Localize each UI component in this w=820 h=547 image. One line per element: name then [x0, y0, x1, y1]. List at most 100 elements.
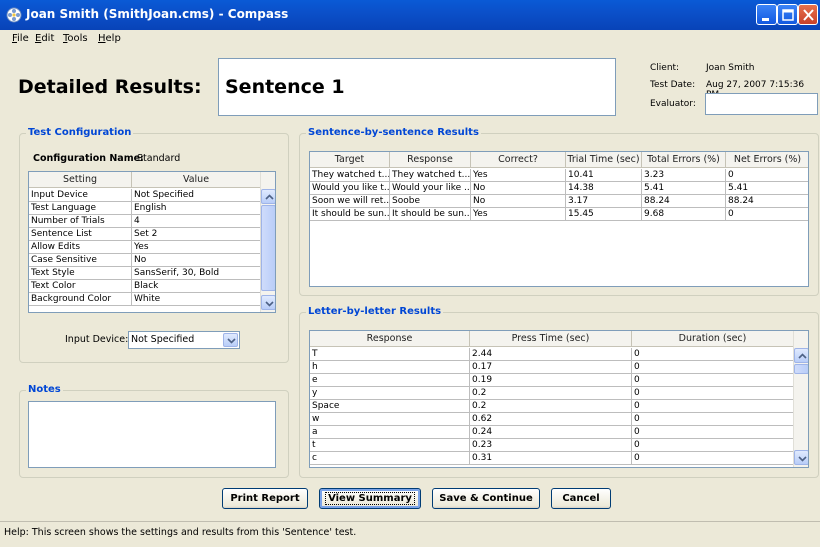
- value-cell: English: [132, 202, 261, 214]
- target-cell: They watched t...: [312, 169, 390, 181]
- column-header-trial-time[interactable]: Trial Time (sec): [566, 152, 642, 168]
- minimize-button[interactable]: [756, 4, 777, 25]
- scroll-up-button[interactable]: [261, 189, 275, 204]
- response-cell: a: [310, 426, 470, 438]
- press-time-cell: 0.23: [470, 439, 632, 451]
- maximize-icon: [782, 9, 794, 21]
- trial-time-cell: 3.17: [566, 195, 642, 207]
- scroll-thumb[interactable]: [261, 205, 275, 291]
- setting-cell: Test Language: [29, 202, 132, 214]
- table-row[interactable]: They watched t... They watched t... Yes …: [310, 169, 808, 182]
- save-continue-button[interactable]: Save & Continue: [432, 488, 540, 509]
- table-row[interactable]: c 0.31 0: [310, 452, 794, 465]
- table-row[interactable]: y 0.2 0: [310, 387, 794, 400]
- table-row[interactable]: Text Color Black: [29, 280, 261, 293]
- total-errors-cell: 88.24: [642, 195, 726, 207]
- table-row[interactable]: Number of Trials 4: [29, 215, 261, 228]
- table-row[interactable]: Input Device Not Specified: [29, 189, 261, 202]
- evaluator-input[interactable]: [705, 93, 818, 115]
- sentence-display: Sentence 1: [218, 58, 616, 116]
- table-row[interactable]: It should be sun... It should be sun... …: [310, 208, 808, 221]
- table-row[interactable]: a 0.24 0: [310, 426, 794, 439]
- table-row[interactable]: Space 0.2 0: [310, 400, 794, 413]
- view-summary-button[interactable]: View Summary: [319, 488, 421, 509]
- settings-scrollbar[interactable]: [260, 172, 275, 312]
- total-errors-cell: 9.68: [642, 208, 726, 220]
- column-header-correct[interactable]: Correct?: [471, 152, 566, 168]
- duration-cell: 0: [632, 426, 794, 438]
- column-header-value[interactable]: Value: [132, 172, 261, 188]
- response-cell: h: [310, 361, 470, 373]
- value-cell: Yes: [132, 241, 261, 253]
- column-header-press-time[interactable]: Press Time (sec): [470, 331, 632, 347]
- maximize-button[interactable]: [777, 4, 798, 25]
- column-header-net-errors[interactable]: Net Errors (%): [726, 152, 808, 168]
- column-header-response[interactable]: Response: [310, 331, 470, 347]
- letter-results-title: Letter-by-letter Results: [306, 306, 444, 317]
- response-cell: T: [310, 348, 470, 360]
- letter-results-scrollbar[interactable]: [793, 331, 808, 467]
- menu-edit[interactable]: Edit: [35, 33, 54, 44]
- table-row[interactable]: w 0.62 0: [310, 413, 794, 426]
- scroll-down-button[interactable]: [261, 295, 275, 310]
- column-header-setting[interactable]: Setting: [29, 172, 132, 188]
- title-bar[interactable]: Joan Smith (SmithJoan.cms) - Compass: [0, 0, 820, 30]
- input-device-select[interactable]: Not Specified: [128, 331, 240, 349]
- column-header-target[interactable]: Target: [310, 152, 390, 168]
- response-cell: Soobe: [390, 195, 471, 207]
- table-row[interactable]: Allow Edits Yes: [29, 241, 261, 254]
- scroll-thumb[interactable]: [794, 364, 808, 374]
- print-report-button[interactable]: Print Report: [222, 488, 308, 509]
- chevron-up-icon: [798, 353, 807, 359]
- scroll-down-button[interactable]: [794, 450, 808, 465]
- column-header-total-errors[interactable]: Total Errors (%): [642, 152, 726, 168]
- client-label: Client:: [650, 63, 680, 73]
- dropdown-button[interactable]: [223, 333, 238, 347]
- minimize-icon: [762, 18, 769, 21]
- menu-help[interactable]: Help: [98, 33, 121, 44]
- notes-textarea[interactable]: [28, 401, 276, 468]
- setting-cell: Text Color: [29, 280, 132, 292]
- value-cell: Black: [132, 280, 261, 292]
- value-cell: Set 2: [132, 228, 261, 240]
- setting-cell: Allow Edits: [29, 241, 132, 253]
- table-row[interactable]: T 2.44 0: [310, 348, 794, 361]
- correct-cell: Yes: [471, 169, 566, 181]
- table-row[interactable]: Text Style SansSerif, 30, Bold: [29, 267, 261, 280]
- column-header-response[interactable]: Response: [390, 152, 471, 168]
- table-row[interactable]: t 0.23 0: [310, 439, 794, 452]
- value-cell: White: [132, 293, 261, 305]
- table-row[interactable]: Background Color White: [29, 293, 261, 306]
- table-row[interactable]: e 0.19 0: [310, 374, 794, 387]
- menu-file[interactable]: File: [12, 33, 29, 44]
- duration-cell: 0: [632, 387, 794, 399]
- press-time-cell: 0.24: [470, 426, 632, 438]
- table-row[interactable]: Soon we will ret... Soobe No 3.17 88.24 …: [310, 195, 808, 208]
- input-device-label: Input Device:: [65, 334, 129, 345]
- trial-time-cell: 15.45: [566, 208, 642, 220]
- response-cell: w: [310, 413, 470, 425]
- net-errors-cell: 0: [726, 169, 808, 181]
- window-title: Joan Smith (SmithJoan.cms) - Compass: [26, 7, 289, 21]
- table-row[interactable]: Test Language English: [29, 202, 261, 215]
- sentence-label: Sentence 1: [225, 76, 345, 98]
- config-name-label: Configuration Name:: [33, 153, 144, 164]
- close-button[interactable]: [798, 4, 818, 25]
- correct-cell: Yes: [471, 208, 566, 220]
- table-row[interactable]: Sentence List Set 2: [29, 228, 261, 241]
- table-row[interactable]: Would you like t... Would your like ... …: [310, 182, 808, 195]
- scroll-up-button[interactable]: [794, 348, 808, 363]
- table-row[interactable]: Case Sensitive No: [29, 254, 261, 267]
- cancel-button[interactable]: Cancel: [551, 488, 611, 509]
- column-header-duration[interactable]: Duration (sec): [632, 331, 794, 347]
- target-cell: Would you like t...: [312, 182, 390, 194]
- menu-tools[interactable]: Tools: [63, 33, 88, 44]
- duration-cell: 0: [632, 452, 794, 464]
- table-row[interactable]: h 0.17 0: [310, 361, 794, 374]
- duration-cell: 0: [632, 361, 794, 373]
- press-time-cell: 0.62: [470, 413, 632, 425]
- net-errors-cell: 88.24: [726, 195, 808, 207]
- press-time-cell: 0.19: [470, 374, 632, 386]
- value-cell: No: [132, 254, 261, 266]
- response-cell: Would your like ...: [392, 182, 471, 194]
